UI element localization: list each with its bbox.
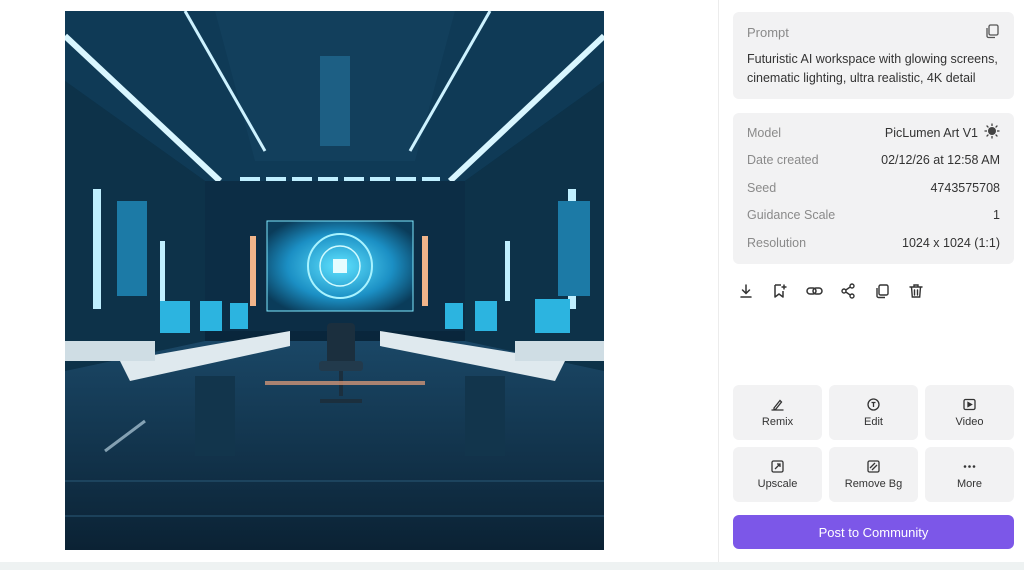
generated-image-illustration	[65, 11, 604, 550]
remix-label: Remix	[761, 415, 794, 428]
prompt-title: Prompt	[747, 25, 789, 40]
download-icon[interactable]	[737, 282, 755, 300]
link-icon[interactable]	[805, 282, 823, 300]
generated-image[interactable]	[65, 11, 604, 550]
prompt-card: Prompt Futuristic AI workspace with glow…	[733, 12, 1014, 99]
upscale-icon	[771, 459, 784, 473]
meta-row-seed: Seed 4743575708	[747, 174, 1000, 202]
post-to-community-button[interactable]: Post to Community	[733, 515, 1014, 549]
meta-label: Model	[747, 125, 782, 140]
model-logo-icon	[984, 123, 1000, 142]
meta-label: Seed	[747, 180, 777, 195]
image-viewer	[0, 0, 718, 562]
metadata-card: Model PicLumen Art V1 Date created 02/12…	[733, 113, 1014, 264]
meta-row-date: Date created 02/12/26 at 12:58 AM	[747, 147, 1000, 175]
more-icon	[963, 460, 976, 473]
panel-divider	[718, 0, 719, 562]
share-icon[interactable]	[839, 282, 857, 300]
video-label: Video	[955, 415, 984, 428]
bookmark-add-icon[interactable]	[771, 282, 789, 300]
action-bar	[737, 282, 925, 300]
edit-button[interactable]: Edit	[829, 385, 918, 440]
meta-row-resolution: Resolution 1024 x 1024 (1:1)	[747, 229, 1000, 257]
meta-value: PicLumen Art V1	[884, 125, 978, 140]
meta-label: Date created	[747, 153, 819, 168]
edit-icon	[867, 397, 880, 411]
meta-label: Guidance Scale	[747, 208, 836, 223]
video-button[interactable]: Video	[925, 385, 1014, 440]
trash-icon[interactable]	[907, 282, 925, 300]
meta-value: 1	[993, 208, 1000, 223]
upscale-label: Upscale	[757, 477, 798, 490]
upscale-button[interactable]: Upscale	[733, 447, 822, 502]
meta-row-guidance: Guidance Scale 1	[747, 202, 1000, 230]
remove-bg-label: Remove Bg	[844, 477, 903, 490]
remove-bg-button[interactable]: Remove Bg	[829, 447, 918, 502]
video-icon	[963, 398, 976, 411]
prompt-text: Futuristic AI workspace with glowing scr…	[747, 52, 998, 85]
meta-row-model: Model PicLumen Art V1	[747, 119, 1000, 147]
remix-button[interactable]: Remix	[733, 385, 822, 440]
meta-value: 1024 x 1024 (1:1)	[902, 235, 1000, 250]
meta-value-model: PicLumen Art V1	[885, 123, 1000, 142]
tool-grid: Remix Edit Video Upscale Remove Bg More	[733, 385, 1014, 502]
bottom-strip	[0, 562, 1024, 570]
edit-label: Edit	[864, 415, 883, 428]
copy-icon[interactable]	[873, 282, 891, 300]
meta-value: 4743575708	[930, 180, 1000, 195]
remix-icon	[771, 398, 784, 411]
more-label: More	[956, 477, 983, 490]
meta-value: 02/12/26 at 12:58 AM	[881, 153, 1000, 168]
copy-icon[interactable]	[984, 23, 1000, 39]
remove-bg-icon	[867, 459, 880, 473]
meta-label: Resolution	[747, 235, 807, 250]
more-button[interactable]: More	[925, 447, 1014, 502]
